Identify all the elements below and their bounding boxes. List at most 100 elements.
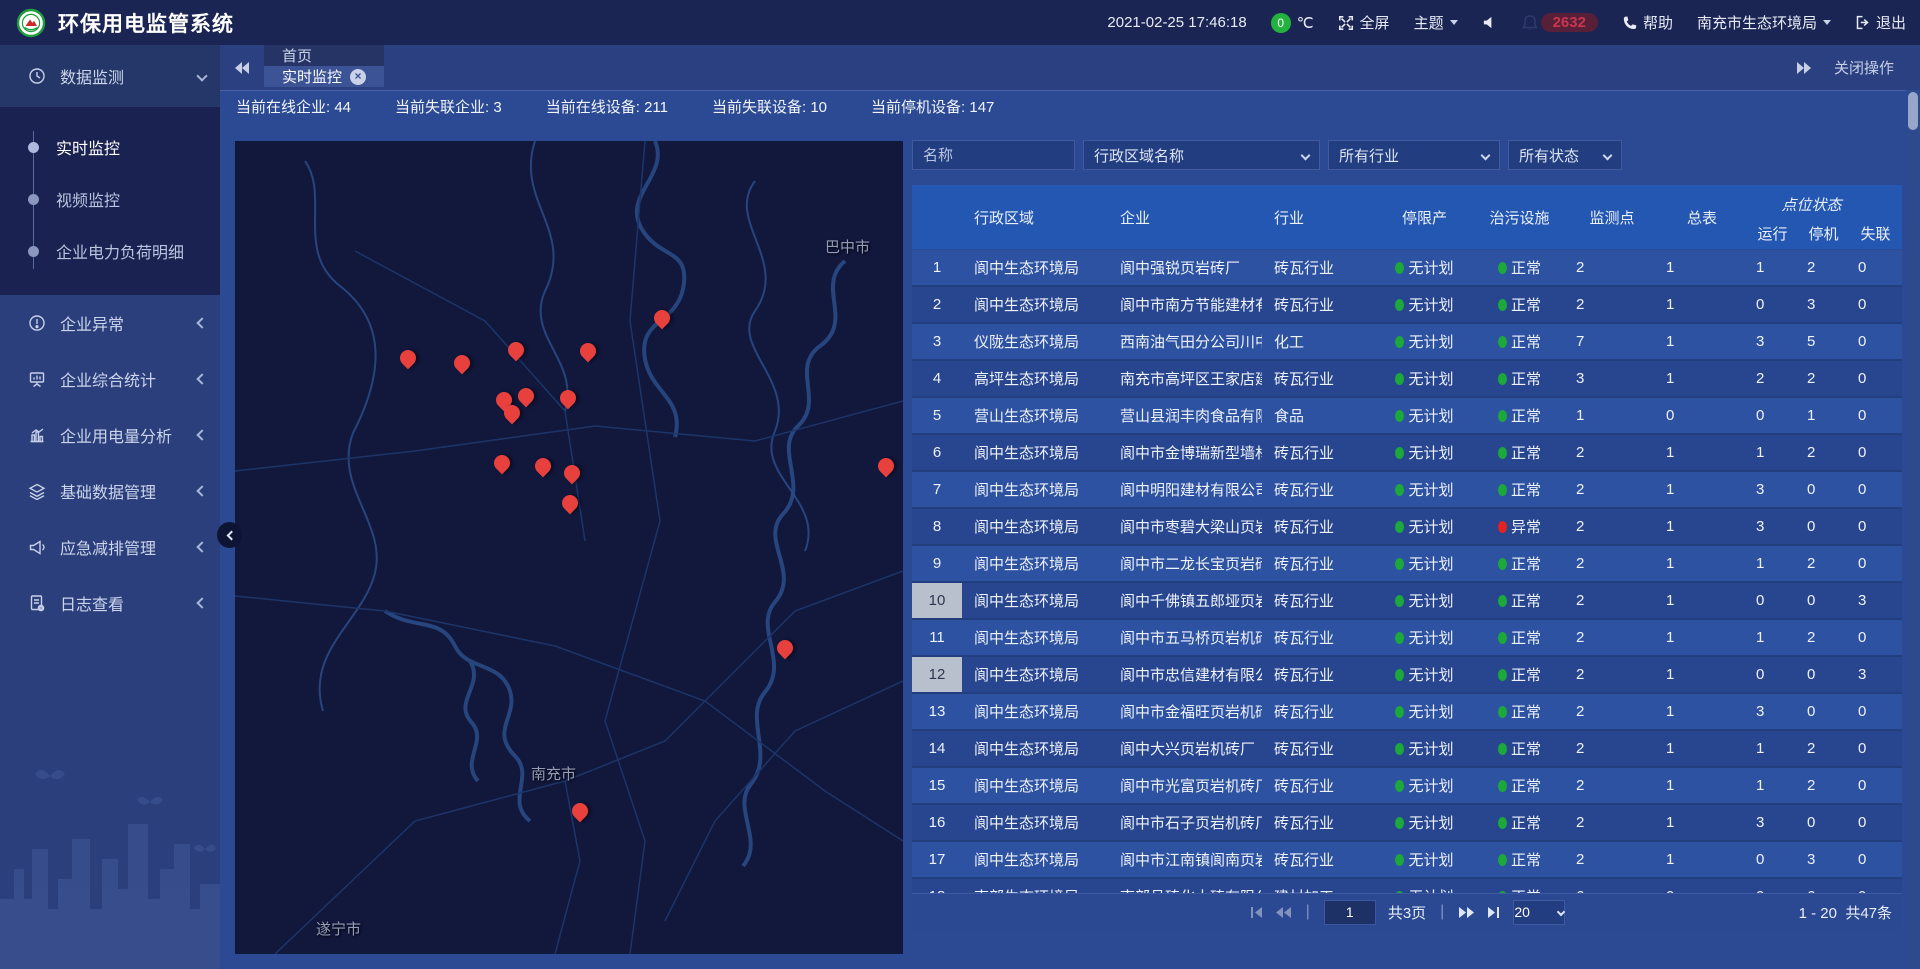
double-chevron-right-icon[interactable] xyxy=(1796,61,1812,75)
cell-stopped: 0 xyxy=(1798,805,1849,840)
cell-industry: 砖瓦行业 xyxy=(1262,583,1377,618)
table-row[interactable]: 17阆中生态环境局阆中市江南镇阆南页岩砖瓦行业无计划正常21030 xyxy=(912,842,1902,879)
table-row[interactable]: 3仪陇生态环境局西南油气田分公司川中化工无计划正常71350 xyxy=(912,324,1902,361)
cell-region: 阆中生态环境局 xyxy=(962,250,1102,285)
cell-region: 阆中生态环境局 xyxy=(962,472,1102,507)
region-select[interactable]: 行政区域名称 xyxy=(1083,140,1320,170)
tab-实时监控[interactable]: 实时监控× xyxy=(264,66,384,87)
stat-item: 当前在线设备: 211 xyxy=(546,96,668,117)
cell-enterprise: 阆中市五马桥页岩机砖 xyxy=(1102,620,1262,655)
table-row[interactable]: 7阆中生态环境局阆中明阳建材有限公司砖瓦行业无计划正常21300 xyxy=(912,472,1902,509)
sidebar-item-7[interactable]: 日志查看 xyxy=(0,575,220,631)
cell-stop-limit: 无计划 xyxy=(1377,398,1472,433)
table-row[interactable]: 2阆中生态环境局阆中市南方节能建材有砖瓦行业无计划正常21030 xyxy=(912,287,1902,324)
cell-industry: 化工 xyxy=(1262,324,1377,359)
cell-stop-limit: 无计划 xyxy=(1377,361,1472,396)
table-row[interactable]: 12阆中生态环境局阆中市忠信建材有限公砖瓦行业无计划正常21003 xyxy=(912,657,1902,694)
industry-select[interactable]: 所有行业 xyxy=(1328,140,1500,170)
cell-region: 阆中生态环境局 xyxy=(962,620,1102,655)
cell-rownum: 3 xyxy=(912,324,962,359)
table-row[interactable]: 1阆中生态环境局阆中强锐页岩砖厂砖瓦行业无计划正常21120 xyxy=(912,250,1902,287)
tabs-scroll-left-button[interactable] xyxy=(220,45,264,90)
table-row[interactable]: 13阆中生态环境局阆中市金福旺页岩机砖砖瓦行业无计划正常21300 xyxy=(912,694,1902,731)
cell-industry: 砖瓦行业 xyxy=(1262,287,1377,322)
facility-text: 正常 xyxy=(1511,294,1541,315)
theme-dropdown[interactable]: 主题 xyxy=(1414,12,1458,33)
notifications-button[interactable]: 2632 xyxy=(1521,13,1598,32)
double-chevron-left-icon xyxy=(234,61,250,75)
cell-region: 阆中生态环境局 xyxy=(962,694,1102,729)
table-row[interactable]: 15阆中生态环境局阆中市光富页岩机砖厂砖瓦行业无计划正常21120 xyxy=(912,768,1902,805)
cell-stopped: 0 xyxy=(1798,472,1849,507)
table-row[interactable]: 4高坪生态环境局南充市高坪区王家店建砖瓦行业无计划正常31220 xyxy=(912,361,1902,398)
sidebar-collapse-button[interactable] xyxy=(217,522,242,548)
table-row[interactable]: 16阆中生态环境局阆中市石子页岩机砖厂砖瓦行业无计划正常21300 xyxy=(912,805,1902,842)
name-search-input[interactable] xyxy=(912,140,1075,170)
tab-close-icon[interactable]: × xyxy=(350,69,366,85)
cell-rownum: 1 xyxy=(912,250,962,285)
close-operations-button[interactable]: 关闭操作 xyxy=(1834,57,1894,78)
facility-text: 正常 xyxy=(1511,368,1541,389)
table-row[interactable]: 11阆中生态环境局阆中市五马桥页岩机砖砖瓦行业无计划正常21120 xyxy=(912,620,1902,657)
facility-text: 正常 xyxy=(1511,812,1541,833)
cell-stopped: 2 xyxy=(1798,435,1849,470)
map-panel[interactable]: 巴中市南充市遂宁市 xyxy=(235,141,903,954)
table-row[interactable]: 14阆中生态环境局阆中大兴页岩机砖厂砖瓦行业无计划正常21120 xyxy=(912,731,1902,768)
sidebar-subitem-企业电力负荷明细[interactable]: 企业电力负荷明细 xyxy=(0,225,220,277)
cell-running: 3 xyxy=(1747,805,1798,840)
tab-首页[interactable]: 首页 xyxy=(264,45,384,66)
notification-count-badge[interactable]: 2632 xyxy=(1541,13,1598,32)
cell-region: 阆中生态环境局 xyxy=(962,583,1102,618)
help-button[interactable]: 帮助 xyxy=(1622,12,1673,33)
table-row[interactable]: 10阆中生态环境局阆中千佛镇五郎垭页岩砖瓦行业无计划正常21003 xyxy=(912,583,1902,620)
cell-facility: 正常 xyxy=(1472,842,1567,877)
stop-limit-text: 无计划 xyxy=(1408,553,1453,574)
prev-page-button[interactable] xyxy=(1275,906,1292,919)
stop-limit-text: 无计划 xyxy=(1408,368,1453,389)
table-row[interactable]: 18南部生态环境局南部县砖化土砖有限公建材加工无计划正常60060 xyxy=(912,879,1902,893)
fullscreen-button[interactable]: 全屏 xyxy=(1338,12,1390,33)
chevron-down-icon xyxy=(1557,908,1565,916)
table-row[interactable]: 9阆中生态环境局阆中市二龙长宝页岩砖砖瓦行业无计划正常21120 xyxy=(912,546,1902,583)
last-page-button[interactable] xyxy=(1487,906,1501,919)
cell-stopped: 0 xyxy=(1798,583,1849,618)
table-row[interactable]: 8阆中生态环境局阆中市枣碧大梁山页岩砖瓦行业无计划异常21300 xyxy=(912,509,1902,546)
cell-region: 南部生态环境局 xyxy=(962,879,1102,893)
sidebar-subitem-实时监控[interactable]: 实时监控 xyxy=(0,121,220,173)
chevron-down-icon xyxy=(1301,150,1311,160)
next-page-button[interactable] xyxy=(1458,906,1475,919)
sidebar-item-4[interactable]: 企业用电量分析 xyxy=(0,407,220,463)
first-page-button[interactable] xyxy=(1249,906,1263,919)
table-row[interactable]: 5营山生态环境局营山县润丰肉食品有限食品无计划正常10010 xyxy=(912,398,1902,435)
cell-facility: 正常 xyxy=(1472,694,1567,729)
sidebar-item-6[interactable]: 应急减排管理 xyxy=(0,519,220,575)
sidebar-item-3[interactable]: 企业综合统计 xyxy=(0,351,220,407)
cell-stop-limit: 无计划 xyxy=(1377,657,1472,692)
status-dot-icon xyxy=(1498,854,1507,866)
page-number-input[interactable] xyxy=(1324,900,1376,925)
cell-meter: 1 xyxy=(1657,731,1747,766)
chevron-left-icon xyxy=(196,485,207,496)
stat-label: 当前失联企业: xyxy=(395,99,493,116)
sidebar-subitem-视频监控[interactable]: 视频监控 xyxy=(0,173,220,225)
sidebar-item-5[interactable]: 基础数据管理 xyxy=(0,463,220,519)
logout-button[interactable]: 退出 xyxy=(1855,12,1906,33)
table-row[interactable]: 6阆中生态环境局阆中市金博瑞新型墙材砖瓦行业无计划正常21120 xyxy=(912,435,1902,472)
mute-button[interactable] xyxy=(1482,15,1497,30)
sidebar-item-2[interactable]: 企业异常 xyxy=(0,295,220,351)
stat-value: 10 xyxy=(810,99,827,116)
status-dot-icon xyxy=(1498,373,1507,385)
page-size-select[interactable]: 20 xyxy=(1513,900,1565,925)
status-select[interactable]: 所有状态 xyxy=(1508,140,1622,170)
cell-meter: 1 xyxy=(1657,583,1747,618)
cell-stop-limit: 无计划 xyxy=(1377,583,1472,618)
sidebar-item-1[interactable]: 数据监测 xyxy=(0,45,220,107)
cell-region: 阆中生态环境局 xyxy=(962,842,1102,877)
scrollbar-thumb[interactable] xyxy=(1908,92,1918,130)
cell-enterprise: 阆中市金博瑞新型墙材 xyxy=(1102,435,1262,470)
cell-region: 阆中生态环境局 xyxy=(962,509,1102,544)
cell-monitor: 2 xyxy=(1567,842,1657,877)
cell-enterprise: 阆中大兴页岩机砖厂 xyxy=(1102,731,1262,766)
submenu-dot-icon xyxy=(28,194,39,205)
org-dropdown[interactable]: 南充市生态环境局 xyxy=(1697,12,1831,33)
